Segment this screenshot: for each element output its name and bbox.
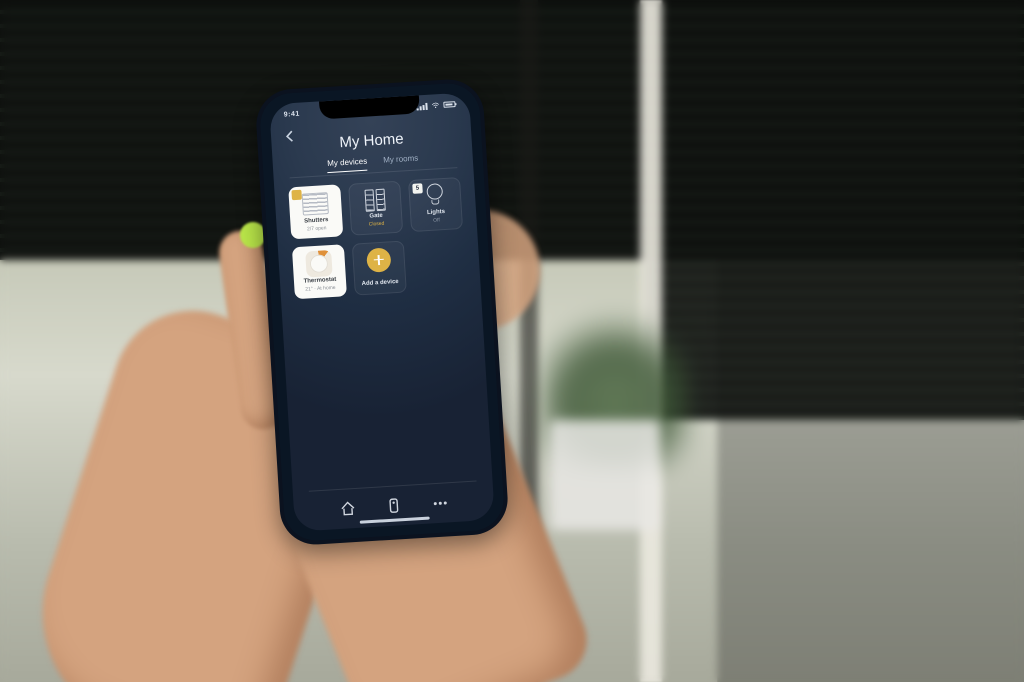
tab-my-rooms[interactable]: My rooms [383,154,419,170]
status-time: 9:41 [284,110,300,118]
nav-home-button[interactable] [339,500,356,517]
photo-scene: 9:41 My Home My devices My rooms [0,0,1024,682]
device-tile-lights[interactable]: 5 Lights Off [408,177,463,232]
nav-more-button[interactable] [431,494,448,511]
bottom-divider [309,481,477,492]
device-tile-shutters[interactable]: Shutters 2/7 open [288,184,343,239]
shutter-icon [289,189,342,217]
more-icon [433,501,446,505]
device-status: 2/7 open [307,225,327,232]
phone: 9:41 My Home My devices My rooms [254,77,509,546]
bottom-bar [293,480,495,532]
gate-icon [349,187,400,213]
phone-bezel: 9:41 My Home My devices My rooms [259,82,506,543]
home-indicator [360,516,430,523]
device-status: Off [433,217,440,223]
add-device-label: Add a device [362,279,399,288]
back-button[interactable] [283,129,298,144]
battery-icon [443,101,455,108]
plus-icon [353,247,404,273]
app-screen: 9:41 My Home My devices My rooms [269,92,495,531]
tab-my-devices[interactable]: My devices [327,157,368,173]
wifi-icon [431,101,439,109]
device-label: Lights [427,209,445,217]
device-tile-thermostat[interactable]: Thermostat 21° · At home [292,244,347,299]
device-status: Closed [369,221,385,228]
device-label: Gate [369,213,383,220]
nav-remote-button[interactable] [385,497,402,514]
thermostat-icon [292,249,345,277]
device-status: 21° · At home [305,285,336,293]
add-device-tile[interactable]: Add a device [352,241,407,296]
device-grid: Shutters 2/7 open Gate Closed 5 Lights O… [288,177,467,299]
bulb-icon [409,183,460,209]
device-tile-gate[interactable]: Gate Closed [348,181,403,236]
